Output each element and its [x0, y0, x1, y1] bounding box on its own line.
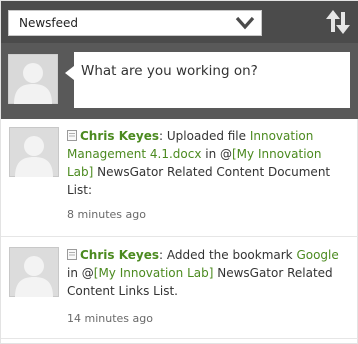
feed-selector-value: Newsfeed [19, 16, 79, 30]
separator: : [159, 248, 167, 262]
author-avatar [9, 247, 59, 297]
chevron-down-icon [235, 16, 255, 30]
feed-item-text: Chris Keyes: Added the bookmark Google i… [67, 246, 351, 300]
status-update-input[interactable] [81, 61, 343, 81]
newsfeed-widget: Newsfeed What are you working on? Chris … [0, 0, 358, 344]
context-text: NewsGator Related Content Document List: [67, 165, 331, 197]
action-text: Uploaded file [166, 129, 250, 143]
author-link[interactable]: Chris Keyes [80, 248, 159, 262]
separator: : [159, 129, 167, 143]
bookmark-link[interactable]: Google [296, 248, 338, 262]
feed-item: Chris Keyes: Added the bookmark Google i… [1, 237, 358, 339]
composer-bubble-tail [65, 66, 74, 80]
composer-panel [1, 43, 358, 119]
user-avatar-placeholder [8, 54, 58, 104]
refresh-arrows-icon[interactable] [325, 8, 351, 36]
feed-item-text: Chris Keyes: Uploaded file Innovation Ma… [67, 127, 351, 199]
feed-item: Chris Keyes: Uploaded file Innovation Ma… [1, 119, 358, 237]
action-text: Added the bookmark [166, 248, 297, 262]
timestamp: 8 minutes ago [67, 208, 146, 221]
in-text: in @ [201, 147, 232, 161]
newsfeed-header: Newsfeed [1, 1, 358, 119]
document-icon [67, 130, 77, 141]
in-text: in @ [67, 266, 94, 280]
document-icon [67, 249, 77, 260]
author-link[interactable]: Chris Keyes [80, 129, 159, 143]
group-link[interactable]: [My Innovation Lab] [94, 266, 214, 280]
timestamp: 14 minutes ago [67, 312, 153, 325]
author-avatar [9, 127, 59, 177]
feed-selector-dropdown[interactable]: Newsfeed [8, 10, 262, 36]
